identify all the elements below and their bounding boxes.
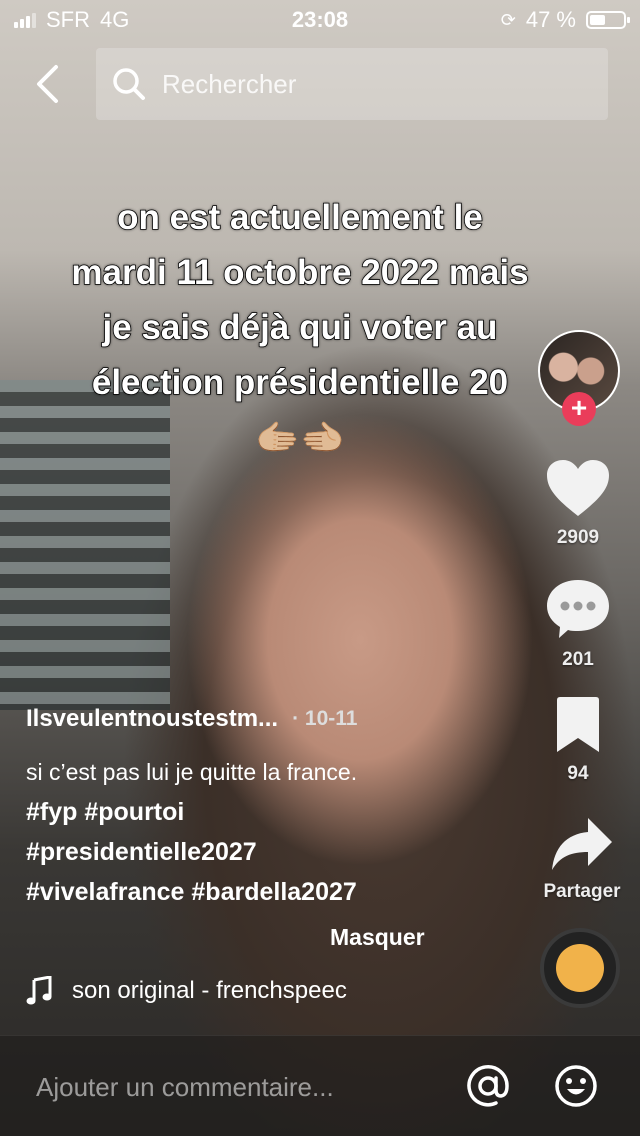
search-box[interactable] (96, 48, 608, 120)
clock: 23:08 (291, 7, 349, 32)
rotation-lock-icon: ⟳ (500, 9, 516, 30)
sound-name: son original - frenchspeec (72, 977, 347, 1004)
status-right: ⟳ 47 % (500, 7, 630, 33)
comment-button[interactable]: 201 (538, 578, 618, 671)
top-bar (0, 48, 640, 120)
battery-icon (586, 11, 630, 29)
post-caption-area: Ilsveulentnoustestm... · 10-11 si c’est … (26, 700, 546, 912)
overlay-line: je sais déjà qui voter au (102, 307, 498, 348)
search-icon (113, 68, 145, 100)
sound-row[interactable]: son original - frenchspeec (26, 976, 388, 1006)
battery-fill (590, 15, 606, 25)
post-date: · 10-11 (292, 707, 358, 730)
emoji-face-icon[interactable] (554, 1064, 598, 1108)
comment-input[interactable] (34, 1064, 438, 1110)
signal-icon (14, 12, 36, 28)
hide-caption-button[interactable]: Masquer (330, 924, 425, 951)
bookmark-icon (557, 697, 599, 752)
sound-disc-cover (556, 944, 604, 992)
overlay-emoji: 🫱🏼🫲🏼 (255, 417, 345, 458)
username-link[interactable]: Ilsveulentnoustestm... (26, 705, 278, 733)
overlay-line: élection présidentielle 20 (91, 362, 509, 403)
hashtags-line[interactable]: #vivelafrance #bardella2027 (26, 872, 546, 912)
comment-count: 201 (562, 649, 594, 670)
caption-text-block: si c’est pas lui je quitte la france. #f… (26, 752, 546, 912)
search-input[interactable] (160, 67, 584, 101)
mention-at-icon[interactable] (466, 1064, 510, 1108)
like-button[interactable]: 2909 (538, 458, 618, 549)
hashtags-line[interactable]: #fyp #pourtoi (26, 792, 546, 832)
hashtags-line[interactable]: #presidentielle2027 (26, 832, 546, 872)
video-overlay-text: on est actuellement le mardi 11 octobre … (20, 190, 580, 465)
overlay-line: mardi 11 octobre 2022 mais (71, 252, 530, 293)
music-note-icon (26, 976, 52, 1005)
caption-text: si c’est pas lui je quitte la france. (26, 759, 358, 785)
battery-percent: 47 % (525, 7, 576, 32)
comment-bar (0, 1035, 640, 1136)
username-row: Ilsveulentnoustestm... · 10-11 (26, 700, 546, 738)
chevron-left-icon (37, 65, 58, 103)
sound-disc-button[interactable] (540, 928, 620, 1008)
follow-button[interactable]: + (562, 392, 596, 426)
share-arrow-icon (552, 818, 612, 870)
comment-bubble-icon (547, 580, 609, 638)
carrier-label: SFR (46, 7, 90, 32)
save-button[interactable]: 94 (538, 696, 618, 785)
creator-avatar-group[interactable]: + (538, 330, 620, 426)
like-count: 2909 (556, 527, 600, 548)
back-button[interactable] (22, 56, 72, 112)
overlay-line: on est actuellement le (116, 197, 483, 238)
save-count: 94 (567, 763, 589, 784)
status-bar: SFR 4G 23:08 ⟳ 47 % (0, 0, 640, 40)
network-label: 4G (100, 7, 130, 32)
heart-icon (547, 460, 609, 516)
status-left: SFR 4G (14, 7, 129, 33)
